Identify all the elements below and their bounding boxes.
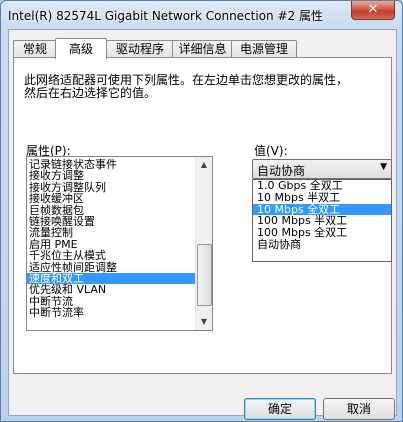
advanced-tab-panel: 此网络适配器可使用下列属性。在左边单击您想更改的属性， 然后在右边选择它的值。 … xyxy=(13,57,392,374)
ok-button[interactable]: 确定 xyxy=(244,398,316,420)
property-item-gigabit-master-slave[interactable]: 千兆位主从模式 xyxy=(27,250,195,261)
title-bar[interactable]: Intel(R) 82574L Gigabit Network Connecti… xyxy=(1,1,402,29)
close-icon: ✕ xyxy=(367,2,379,17)
value-option-auto-negotiate[interactable]: 自动协商 xyxy=(253,239,391,251)
value-label: 值(V): xyxy=(254,144,288,158)
property-item-receive-buffers[interactable]: 接收缓冲区 xyxy=(27,193,195,204)
value-combobox[interactable]: 自动协商 ▼ xyxy=(252,159,392,179)
property-item-interrupt-moderation-rate[interactable]: 中断节流率 xyxy=(27,307,195,318)
value-option-10mbps-half[interactable]: 10 Mbps 半双工 xyxy=(253,192,391,204)
advanced-description: 此网络适配器可使用下列属性。在左边单击您想更改的属性， 然后在右边选择它的值。 xyxy=(24,74,384,100)
property-list-scrollbar[interactable]: ▲ ▼ xyxy=(195,157,212,330)
cancel-button[interactable]: 取消 xyxy=(323,398,395,420)
value-combobox-current: 自动协商 xyxy=(257,164,306,178)
chevron-down-icon[interactable]: ▼ xyxy=(380,162,387,172)
description-line-2: 然后在右边选择它的值。 xyxy=(24,86,157,100)
property-listbox[interactable]: 记录链接状态事件 接收方调整 接收方调整队列 接收缓冲区 巨帧数据包 链接唤醒设… xyxy=(26,156,213,331)
tab-driver[interactable]: 驱动程序 xyxy=(106,40,174,58)
tab-power-management[interactable]: 电源管理 xyxy=(231,40,297,58)
property-list-items: 记录链接状态事件 接收方调整 接收方调整队列 接收缓冲区 巨帧数据包 链接唤醒设… xyxy=(27,159,195,318)
tab-details[interactable]: 详细信息 xyxy=(172,40,233,58)
close-button[interactable]: ✕ xyxy=(351,1,395,20)
tab-general[interactable]: 常规 xyxy=(13,40,57,58)
property-item-priority-vlan[interactable]: 优先级和 VLAN xyxy=(27,284,195,295)
scroll-up-icon[interactable]: ▲ xyxy=(196,157,212,173)
window-title: Intel(R) 82574L Gigabit Network Connecti… xyxy=(8,9,323,23)
scroll-down-icon[interactable]: ▼ xyxy=(196,314,212,330)
tab-advanced[interactable]: 高级 xyxy=(55,38,107,59)
scrollbar-thumb[interactable] xyxy=(197,244,212,306)
value-dropdown-list[interactable]: 1.0 Gbps 全双工 10 Mbps 半双工 10 Mbps 全双工 100… xyxy=(252,179,392,262)
dialog-client-area: 常规 高级 驱动程序 详细信息 电源管理 此网络适配器可使用下列属性。在左边单击… xyxy=(8,29,397,420)
properties-window: Intel(R) 82574L Gigabit Network Connecti… xyxy=(0,0,403,422)
